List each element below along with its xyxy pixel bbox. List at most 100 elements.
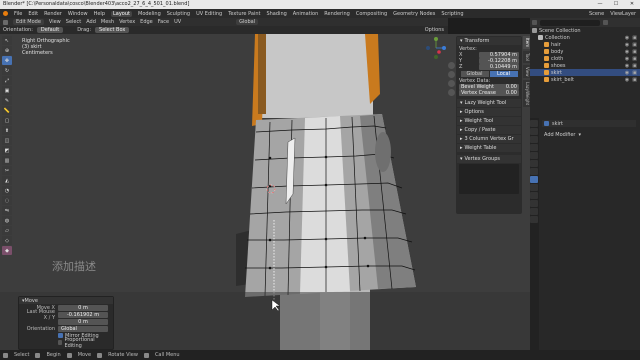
workspace-tab-texture-paint[interactable]: Texture Paint bbox=[228, 11, 260, 17]
scene-props-icon[interactable] bbox=[530, 152, 538, 159]
move-x-field[interactable]: 0 m bbox=[58, 304, 108, 311]
output-props-icon[interactable] bbox=[530, 136, 538, 143]
outliner-search-input[interactable] bbox=[540, 19, 600, 26]
maximize-button[interactable]: ☐ bbox=[608, 0, 624, 9]
gizmo-x-axis-icon[interactable] bbox=[437, 50, 441, 54]
bevel-tool-icon[interactable]: ◩ bbox=[2, 146, 12, 155]
tab-lazyweight[interactable]: LazyWeight bbox=[523, 80, 530, 108]
workspace-tab-scripting[interactable]: Scripting bbox=[441, 11, 463, 17]
workspace-tab-sculpting[interactable]: Sculpting bbox=[167, 11, 190, 17]
weight-tool-icon[interactable]: ◆ bbox=[2, 246, 12, 255]
move-y-field[interactable]: -0.161902 m bbox=[58, 311, 108, 318]
orientation-field[interactable]: Global bbox=[58, 325, 108, 332]
minimize-button[interactable]: — bbox=[592, 0, 608, 9]
vertex-z-field[interactable]: 0.10449 m bbox=[479, 64, 519, 70]
menu-window[interactable]: Window bbox=[68, 11, 88, 17]
adjust-panel-header[interactable]: ▾ Move bbox=[19, 297, 113, 304]
modifier-props-icon[interactable] bbox=[530, 176, 538, 183]
outliner-item-skirt[interactable]: skirt ◉ ▣ bbox=[530, 69, 640, 76]
transform-tool-icon[interactable]: ▣ bbox=[2, 86, 12, 95]
scene-collection-row[interactable]: Scene Collection bbox=[530, 27, 640, 34]
measure-tool-icon[interactable]: 📏 bbox=[2, 106, 12, 115]
render-camera-icon[interactable]: ▣ bbox=[632, 56, 637, 62]
workspace-tab-geometry-nodes[interactable]: Geometry Nodes bbox=[393, 11, 435, 17]
outliner-item-collection[interactable]: Collection ◉ ▣ bbox=[530, 34, 640, 41]
visibility-eye-icon[interactable]: ◉ bbox=[625, 63, 629, 69]
vertex-groups-header[interactable]: ▾ Vertex Groups bbox=[457, 155, 521, 163]
lazy-options-row[interactable]: ▸ Options bbox=[457, 108, 521, 116]
material-props-icon[interactable] bbox=[530, 216, 538, 223]
lazy-weight-header[interactable]: ▾ Lazy Weight Tool bbox=[457, 99, 521, 107]
add-cube-tool-icon[interactable]: ▢ bbox=[2, 116, 12, 125]
scene-selector[interactable]: Scene bbox=[589, 11, 604, 17]
navigation-gizmo[interactable] bbox=[424, 36, 448, 60]
workspace-tab-shading[interactable]: Shading bbox=[266, 11, 286, 17]
vertex-crease-field[interactable]: Vertex Crease 0.00 bbox=[459, 90, 519, 96]
copy-paste-row[interactable]: ▸ Copy / Paste bbox=[457, 126, 521, 134]
weight-tool-row[interactable]: ▸ Weight Tool bbox=[457, 117, 521, 125]
render-camera-icon[interactable]: ▣ bbox=[632, 63, 637, 69]
menu-edge[interactable]: Edge bbox=[140, 19, 153, 25]
gizmo-neg-z-axis-icon[interactable] bbox=[434, 55, 438, 59]
view-layer-props-icon[interactable] bbox=[530, 144, 538, 151]
transform-panel-header[interactable]: ▾ Transform bbox=[457, 37, 521, 45]
visibility-eye-icon[interactable]: ◉ bbox=[625, 42, 629, 48]
gizmo-y-axis-icon[interactable] bbox=[442, 46, 446, 50]
smooth-tool-icon[interactable]: ◌ bbox=[2, 196, 12, 205]
vertex-groups-list[interactable] bbox=[459, 164, 519, 194]
loop-cut-tool-icon[interactable]: ▥ bbox=[2, 156, 12, 165]
render-camera-icon[interactable]: ▣ bbox=[632, 35, 637, 41]
visibility-eye-icon[interactable]: ◉ bbox=[625, 35, 629, 41]
rotate-tool-icon[interactable]: ↻ bbox=[2, 66, 12, 75]
perspective-toggle-icon[interactable] bbox=[448, 89, 455, 96]
render-camera-icon[interactable]: ▣ bbox=[632, 49, 637, 55]
shrink-fatten-tool-icon[interactable]: ◍ bbox=[2, 216, 12, 225]
menu-file[interactable]: File bbox=[14, 11, 22, 17]
tweak-tool-icon[interactable]: ↖ bbox=[2, 36, 12, 45]
tab-view[interactable]: View bbox=[523, 64, 530, 79]
move-z-field[interactable]: 0 m bbox=[58, 318, 108, 325]
pan-hand-icon[interactable] bbox=[448, 71, 455, 78]
menu-edit[interactable]: Edit bbox=[28, 11, 38, 17]
visibility-eye-icon[interactable]: ◉ bbox=[625, 77, 629, 83]
close-button[interactable]: ✕ bbox=[624, 0, 640, 9]
transform-orientation-selector[interactable]: Global bbox=[236, 19, 259, 25]
knife-tool-icon[interactable]: ✂ bbox=[2, 166, 12, 175]
menu-render[interactable]: Render bbox=[44, 11, 62, 17]
annotate-tool-icon[interactable]: ✎ bbox=[2, 96, 12, 105]
physics-props-icon[interactable] bbox=[530, 192, 538, 199]
pin-icon[interactable] bbox=[544, 121, 549, 126]
menu-add[interactable]: Add bbox=[86, 19, 96, 25]
render-camera-icon[interactable]: ▣ bbox=[632, 70, 637, 76]
column-vertex-row[interactable]: ▸ 3 Column Vertex Gr bbox=[457, 135, 521, 143]
extrude-tool-icon[interactable]: ⬆ bbox=[2, 126, 12, 135]
weight-table-row[interactable]: ▸ Weight Table bbox=[457, 144, 521, 152]
constraints-props-icon[interactable] bbox=[530, 200, 538, 207]
outliner-item-cloth[interactable]: cloth ◉ ▣ bbox=[530, 55, 640, 62]
edge-slide-tool-icon[interactable]: ⇋ bbox=[2, 206, 12, 215]
menu-face[interactable]: Face bbox=[158, 19, 169, 25]
proportional-editing-checkbox[interactable] bbox=[57, 340, 63, 345]
visibility-eye-icon[interactable]: ◉ bbox=[625, 70, 629, 76]
tab-item[interactable]: Item bbox=[523, 36, 530, 50]
local-toggle-button[interactable]: Local bbox=[489, 71, 518, 77]
outliner-item-body[interactable]: body ◉ ▣ bbox=[530, 48, 640, 55]
outliner-item-shoes[interactable]: shoes ◉ ▣ bbox=[530, 62, 640, 69]
menu-uv[interactable]: UV bbox=[174, 19, 181, 25]
menu-view[interactable]: View bbox=[49, 19, 61, 25]
blender-logo-icon[interactable] bbox=[3, 11, 8, 16]
particles-props-icon[interactable] bbox=[530, 184, 538, 191]
workspace-tab-layout[interactable]: Layout bbox=[111, 10, 132, 17]
tab-tool[interactable]: Tool bbox=[523, 51, 530, 63]
workspace-tab-animation[interactable]: Animation bbox=[293, 11, 319, 17]
menu-vertex[interactable]: Vertex bbox=[119, 19, 135, 25]
outliner-item-skirt-belt[interactable]: skirt_belt ◉ ▣ bbox=[530, 76, 640, 83]
cursor-tool-icon[interactable]: ⊕ bbox=[2, 46, 12, 55]
workspace-tab-compositing[interactable]: Compositing bbox=[356, 11, 387, 17]
gizmo-z-axis-icon[interactable] bbox=[434, 37, 438, 41]
world-props-icon[interactable] bbox=[530, 160, 538, 167]
editor-type-icon[interactable] bbox=[3, 19, 8, 25]
filter-icon[interactable] bbox=[603, 20, 608, 25]
poly-build-tool-icon[interactable]: ◭ bbox=[2, 176, 12, 185]
camera-view-icon[interactable] bbox=[448, 80, 455, 87]
